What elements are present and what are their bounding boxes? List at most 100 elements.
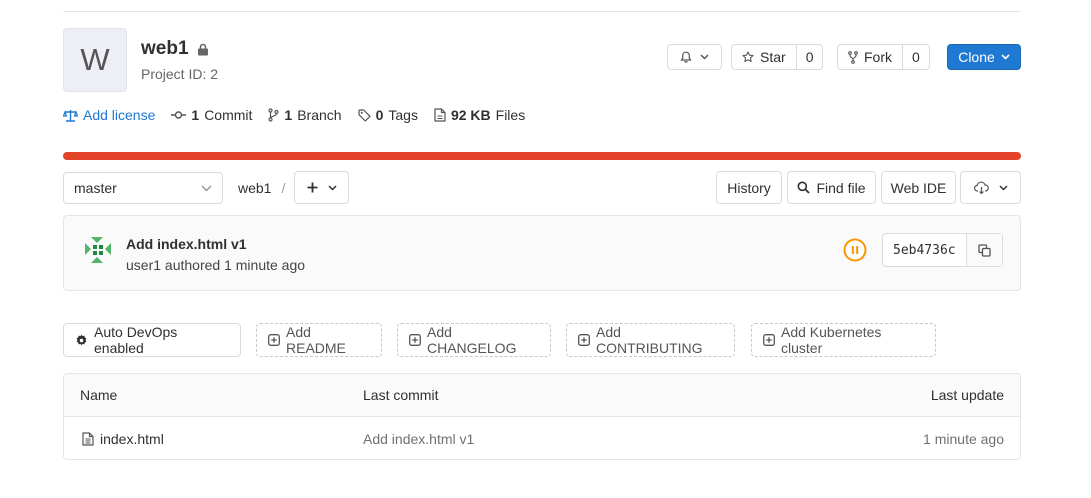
files-size: 92 KB: [450, 107, 491, 123]
lock-icon: [197, 43, 209, 56]
repository-languages-bar[interactable]: [63, 152, 1021, 160]
branch-icon: [268, 108, 280, 122]
web-ide-label: Web IDE: [890, 179, 947, 196]
chevron-down-icon: [1001, 54, 1010, 60]
column-header-last-commit: Last commit: [363, 387, 439, 403]
star-button-group: Star 0: [731, 44, 824, 70]
chevron-down-icon: [201, 184, 212, 192]
project-name[interactable]: web1: [141, 38, 189, 60]
tag-icon: [357, 108, 371, 122]
chevron-down-icon: [998, 184, 1008, 191]
column-header-last-update: Last update: [930, 387, 1004, 403]
column-header-name: Name: [80, 387, 118, 403]
star-label: Star: [760, 49, 786, 65]
last-commit-panel: Add index.html v1 user1 authored 1 minut…: [63, 215, 1021, 291]
add-kubernetes-label: Add Kubernetes cluster: [781, 324, 882, 356]
auto-devops-label: Auto DevOps enabled: [94, 324, 178, 356]
table-row[interactable]: index.html Add index.html v1 1 minute ag…: [64, 417, 1020, 459]
star-count[interactable]: 0: [795, 45, 823, 69]
project-avatar[interactable]: W: [63, 28, 127, 92]
search-icon: [797, 181, 811, 194]
add-readme-label: Add README: [286, 324, 346, 356]
file-icon: [82, 431, 94, 446]
add-changelog-button[interactable]: Add CHANGELOG: [397, 323, 551, 357]
tags-label: Tags: [388, 107, 418, 123]
find-file-button[interactable]: Find file: [787, 171, 876, 204]
find-file-label: Find file: [816, 179, 866, 196]
files-stat[interactable]: 92 KB Files: [434, 107, 525, 123]
branches-count: 1: [284, 107, 293, 123]
branch-name: master: [74, 180, 117, 196]
add-license-link[interactable]: Add license: [63, 107, 155, 123]
history-button[interactable]: History: [716, 171, 782, 204]
user-avatar[interactable]: [81, 233, 115, 267]
branches-label: Branch: [297, 107, 342, 123]
add-readme-button[interactable]: Add README: [256, 323, 382, 357]
divider: [63, 11, 1021, 12]
fork-button-group: Fork 0: [837, 44, 930, 70]
commit-meta: user1 authored 1 minute ago: [126, 257, 305, 273]
add-license-label: Add license: [83, 107, 156, 123]
chevron-down-icon: [700, 54, 709, 60]
copy-sha-button[interactable]: [965, 234, 1002, 266]
project-stats: Add license 1 Commit 1 Branch 0 Tags 92 …: [63, 107, 525, 123]
fork-label: Fork: [864, 49, 892, 65]
commit-time: 1 minute ago: [224, 257, 306, 273]
star-icon: [742, 51, 754, 63]
file-tree-table: Name Last commit Last update index.html …: [63, 373, 1021, 460]
files-label: Files: [495, 107, 526, 123]
plus-square-icon: [268, 334, 280, 346]
download-icon: [973, 181, 989, 194]
file-name: index.html: [100, 430, 164, 447]
clone-button[interactable]: Clone: [947, 44, 1021, 70]
table-header: Name Last commit Last update: [64, 374, 1020, 417]
project-avatar-letter: W: [80, 42, 110, 77]
auto-devops-button[interactable]: Auto DevOps enabled: [63, 323, 241, 357]
project-id: Project ID: 2: [141, 66, 219, 82]
plus-square-icon: [409, 334, 421, 346]
fork-button[interactable]: Fork: [838, 45, 902, 69]
notification-dropdown[interactable]: [667, 44, 722, 70]
tags-count: 0: [375, 107, 384, 123]
project-title: web1: [141, 38, 209, 60]
download-dropdown[interactable]: [960, 171, 1021, 204]
commits-stat[interactable]: 1 Commit: [171, 107, 252, 123]
star-button[interactable]: Star: [732, 45, 796, 69]
tags-stat[interactable]: 0 Tags: [357, 107, 418, 123]
add-contributing-label: Add CONTRIBUTING: [596, 324, 703, 356]
file-last-commit[interactable]: Add index.html v1: [363, 417, 474, 459]
commits-label: Commit: [204, 107, 253, 123]
add-contributing-button[interactable]: Add CONTRIBUTING: [566, 323, 735, 357]
file-icon: [434, 108, 446, 122]
add-to-tree-dropdown[interactable]: [294, 171, 349, 204]
commit-authored-label: authored: [164, 257, 221, 273]
branch-selector[interactable]: master: [63, 172, 223, 204]
plus-square-icon: [763, 334, 775, 346]
copy-icon: [977, 243, 991, 257]
file-last-update: 1 minute ago: [923, 430, 1004, 447]
file-name-cell[interactable]: index.html: [82, 417, 164, 459]
clone-label: Clone: [958, 49, 995, 65]
commit-title[interactable]: Add index.html v1: [126, 236, 247, 252]
breadcrumb-separator: /: [281, 180, 286, 196]
commit-sha[interactable]: 5eb4736c: [883, 234, 966, 266]
commit-author[interactable]: user1: [126, 257, 161, 273]
gear-icon: [75, 334, 88, 347]
fork-icon: [848, 50, 858, 64]
commits-count: 1: [191, 107, 200, 123]
plus-icon: [307, 182, 318, 193]
web-ide-button[interactable]: Web IDE: [881, 171, 956, 204]
breadcrumb: web1 /: [238, 180, 285, 196]
add-kubernetes-cluster-button[interactable]: Add Kubernetes cluster: [751, 323, 936, 357]
branches-stat[interactable]: 1 Branch: [268, 107, 342, 123]
pipeline-status-icon[interactable]: [843, 238, 867, 262]
chevron-down-icon: [327, 184, 337, 191]
scale-icon: [63, 109, 78, 122]
breadcrumb-root[interactable]: web1: [238, 180, 271, 196]
add-changelog-label: Add CHANGELOG: [427, 324, 517, 356]
plus-square-icon: [578, 334, 590, 346]
project-overview: W web1 Project ID: 2 Star 0 Fork 0 Clone…: [0, 0, 1091, 498]
history-label: History: [727, 179, 771, 196]
fork-count[interactable]: 0: [902, 45, 929, 69]
commit-sha-group: 5eb4736c: [882, 233, 1003, 267]
